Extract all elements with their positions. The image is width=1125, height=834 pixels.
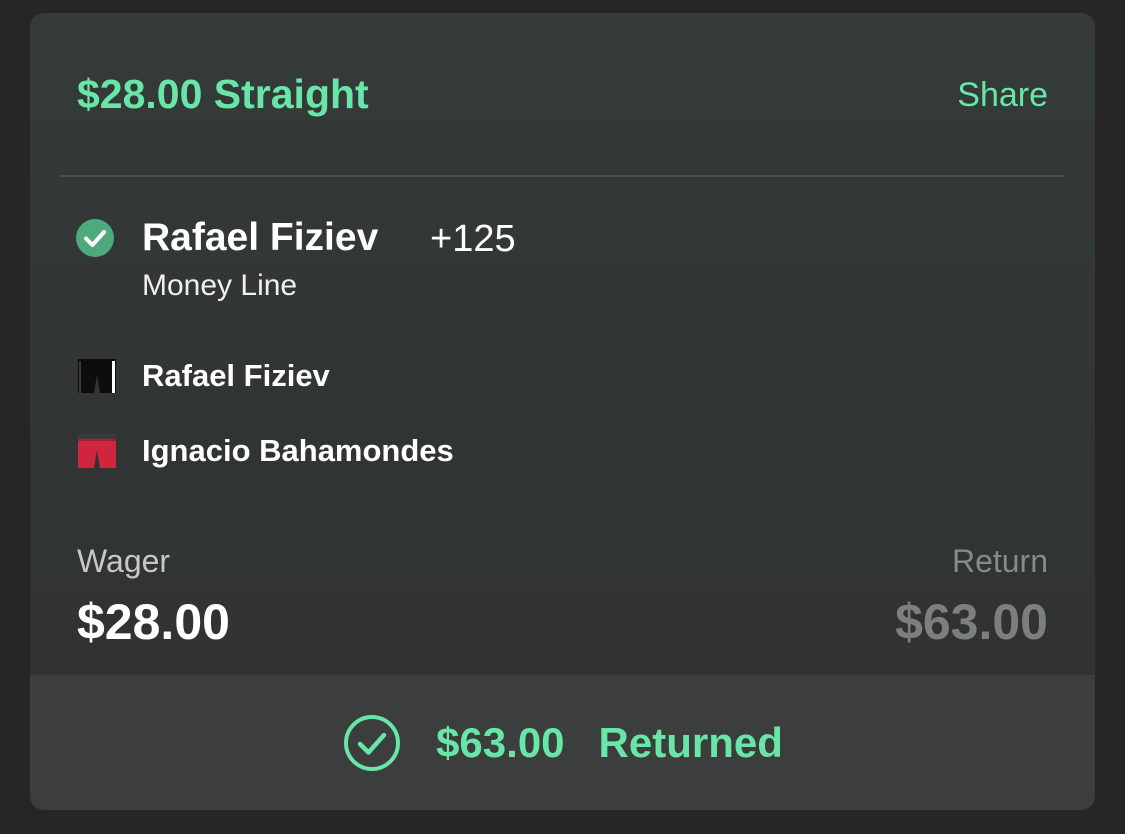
bet-title: $28.00 Straight bbox=[77, 71, 369, 117]
fighter-row: Rafael Fiziev bbox=[76, 356, 330, 396]
wager-label: Wager bbox=[77, 543, 171, 579]
selection-market: Money Line bbox=[142, 269, 298, 302]
check-circle-outline-icon bbox=[344, 714, 401, 771]
fighter-name: Ignacio Bahamondes bbox=[142, 433, 454, 468]
trunks-red-icon bbox=[78, 434, 116, 468]
return-label: Return bbox=[951, 543, 1048, 579]
bet-header: $28.00 Straight Share bbox=[30, 13, 1095, 176]
fighter-row: Ignacio Bahamondes bbox=[76, 431, 454, 471]
check-circle-icon bbox=[76, 219, 114, 257]
trunks-black-icon bbox=[78, 359, 116, 393]
return-value: $63.00 bbox=[895, 594, 1048, 650]
wager-value: $28.00 bbox=[77, 594, 230, 650]
result-banner: $63.00 Returned bbox=[30, 675, 1095, 810]
selection-name: Rafael Fiziev bbox=[142, 216, 379, 259]
share-button[interactable]: Share bbox=[957, 76, 1048, 115]
divider bbox=[60, 175, 1065, 177]
fighter-name: Rafael Fiziev bbox=[142, 358, 330, 393]
result-status: Returned bbox=[598, 718, 783, 766]
bet-card: $28.00 Straight Share Rafael Fiziev +125… bbox=[30, 13, 1095, 810]
selection-odds: +125 bbox=[430, 218, 516, 260]
result-amount: $63.00 bbox=[436, 718, 565, 766]
